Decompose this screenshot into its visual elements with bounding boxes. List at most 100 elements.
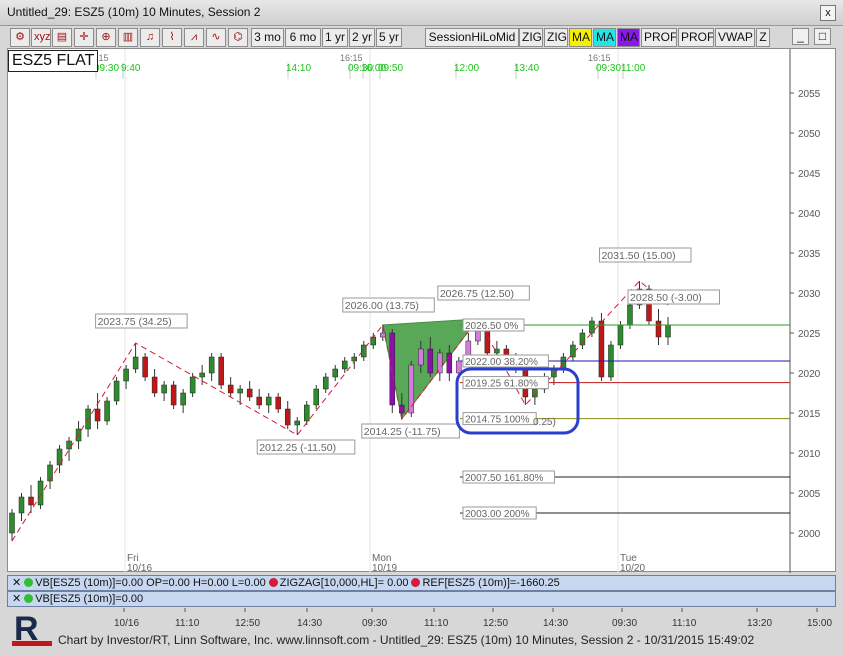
minimize-button[interactable]: _ (792, 28, 809, 45)
chart-type-icon[interactable]: ⚙ (10, 28, 30, 47)
x-icon[interactable]: ✕ (12, 577, 21, 589)
prof-button-2[interactable]: PROF (678, 28, 714, 47)
fib-extra-label: 0.25) (533, 417, 556, 428)
bar-chart-icon[interactable]: ▥ (118, 28, 138, 47)
study-line-1: ✕ VB[ESZ5 (10m)]=0.00 OP=0.00 H=0.00 L=0.… (7, 575, 836, 591)
candle-body (189, 376, 196, 394)
ma-button-purple[interactable]: MA (617, 28, 640, 47)
candle-body (456, 360, 462, 374)
time-tick-label: 14:30 (297, 618, 322, 629)
vwap-button[interactable]: VWAP (715, 28, 755, 47)
candle-body (332, 368, 338, 378)
prof-button-1[interactable]: PROF (641, 28, 677, 47)
candle-body (237, 388, 243, 394)
candle-body (104, 400, 110, 422)
price-tick-label: 2050 (798, 129, 821, 140)
period-1yr-button[interactable]: 1 yr (322, 28, 348, 47)
candle-body (66, 440, 72, 450)
study-dot-icon (268, 578, 278, 587)
candle-body (389, 332, 396, 406)
candle-body (342, 360, 348, 370)
zig-button-1[interactable]: ZIG (519, 28, 543, 47)
period-5yr-button[interactable]: 5 yr (376, 28, 402, 47)
wave-icon[interactable]: ∿ (206, 28, 226, 47)
candle-body (256, 396, 262, 406)
fib-level-label: 2022.00 38.20% (465, 357, 538, 368)
line-chart-icon[interactable]: ⌇ (162, 28, 182, 47)
price-tick-label: 2005 (798, 489, 821, 500)
zoom-icon[interactable]: ⊕ (96, 28, 116, 47)
candle-body (598, 320, 605, 378)
pivot-label: 2028.50 (-3.00) (630, 292, 702, 304)
study-vb-2[interactable]: VB[ESZ5 (10m)]=0.00 (35, 593, 143, 605)
xyz-icon[interactable]: xyz (31, 28, 51, 47)
candle-body (617, 324, 624, 346)
crosshair-icon[interactable]: ✛ (74, 28, 94, 47)
period-2yr-button[interactable]: 2 yr (349, 28, 375, 47)
candle-body (322, 376, 329, 390)
ma-button-yellow[interactable]: MA (569, 28, 592, 47)
time-axis: 10/16 11:10 12:50 14:30 09:30 11:10 12:50 14:30… (7, 608, 836, 632)
study-ref[interactable]: REF[ESZ5 (10m)]=-1660.25 (422, 577, 559, 589)
zig-button-2[interactable]: ZIG (544, 28, 568, 47)
chart-toolbar: ⚙ xyz ▤ ✛ ⊕ ▥ ♫ ⌇ ⩘ ∿ ⌬ 3 mo 6 mo 1 yr 2… (0, 26, 843, 48)
symbol-label: ESZ5 FLAT (8, 50, 99, 72)
session-time-label: 9:40 (121, 63, 141, 74)
session-time-label: 13:40 (514, 63, 539, 74)
study-zigzag[interactable]: ZIGZAG[10,000,HL]= 0.00 (280, 577, 409, 589)
peaks-icon[interactable]: ⩘ (184, 28, 204, 47)
candle-body (303, 404, 310, 422)
chart-settings-icon[interactable]: ⌬ (228, 28, 248, 47)
time-tick-label: 11:10 (175, 618, 200, 629)
price-tick-label: 2010 (798, 449, 821, 460)
print-icon[interactable]: ▤ (52, 28, 72, 47)
candle-body (427, 348, 434, 374)
time-tick-label: 13:20 (747, 618, 772, 629)
candle-body (246, 388, 253, 398)
maximize-button[interactable]: □ (814, 28, 831, 45)
period-3mo-button[interactable]: 3 mo (251, 28, 284, 47)
sessionhilomid-button[interactable]: SessionHiLoMid (425, 28, 519, 47)
candle-body (294, 420, 300, 426)
fib-level-label: 2019.25 61.80% (465, 379, 538, 390)
candle-body (665, 324, 671, 338)
pivot-label: 2023.75 (34.25) (98, 316, 172, 328)
chart-area[interactable]: 2055 2050 2045 2040 2035 2030 2025 2020 2015 2010… (7, 48, 837, 574)
candle-body (47, 464, 53, 482)
pivot-label: 2014.25 (-11.75) (364, 426, 441, 438)
candle-body (227, 384, 234, 394)
candle-body (123, 368, 129, 382)
period-6mo-button[interactable]: 6 mo (285, 28, 321, 47)
fib-level-label: 2003.00 200% (465, 509, 530, 520)
price-tick-label: 2020 (798, 369, 821, 380)
session-time-label: 09:50 (378, 63, 403, 74)
candle-body (94, 408, 101, 422)
price-tick-label: 2055 (798, 89, 821, 100)
close-window-button[interactable]: x (820, 5, 836, 21)
price-tick-label: 2025 (798, 329, 821, 340)
price-tick-label: 2040 (798, 209, 821, 220)
overflow-z-button[interactable]: Z (756, 28, 770, 47)
alert-bell-icon[interactable]: ♫ (140, 28, 160, 47)
study-vb[interactable]: VB[ESZ5 (10m)]=0.00 OP=0.00 H=0.00 L=0.0… (35, 577, 266, 589)
candle-body (218, 356, 224, 386)
time-tick-label: 11:10 (424, 618, 449, 629)
price-tick-label: 2015 (798, 409, 821, 420)
pivot-label: 2026.00 (13.75) (345, 300, 419, 312)
session-time-label: 12:00 (454, 63, 479, 74)
day-date-label: 10/19 (372, 563, 397, 573)
price-tick-label: 2030 (798, 289, 821, 300)
x-icon[interactable]: ✕ (12, 593, 21, 605)
candle-body (313, 388, 319, 406)
ma-button-cyan[interactable]: MA (593, 28, 616, 47)
candle-body (199, 372, 205, 378)
time-tick-label: 11:10 (672, 618, 697, 629)
price-tick-label: 2000 (798, 529, 821, 540)
study-line-2: ✕ VB[ESZ5 (10m)]=0.00 (7, 591, 836, 607)
candle-body (161, 384, 167, 394)
price-tick-label: 2035 (798, 249, 821, 260)
candle-body (170, 384, 177, 406)
time-tick-label: 09:30 (612, 618, 637, 629)
price-chart[interactable]: 2055 2050 2045 2040 2035 2030 2025 2020 2015 2010… (8, 49, 837, 574)
session-time-label: 09:30 (596, 63, 621, 74)
